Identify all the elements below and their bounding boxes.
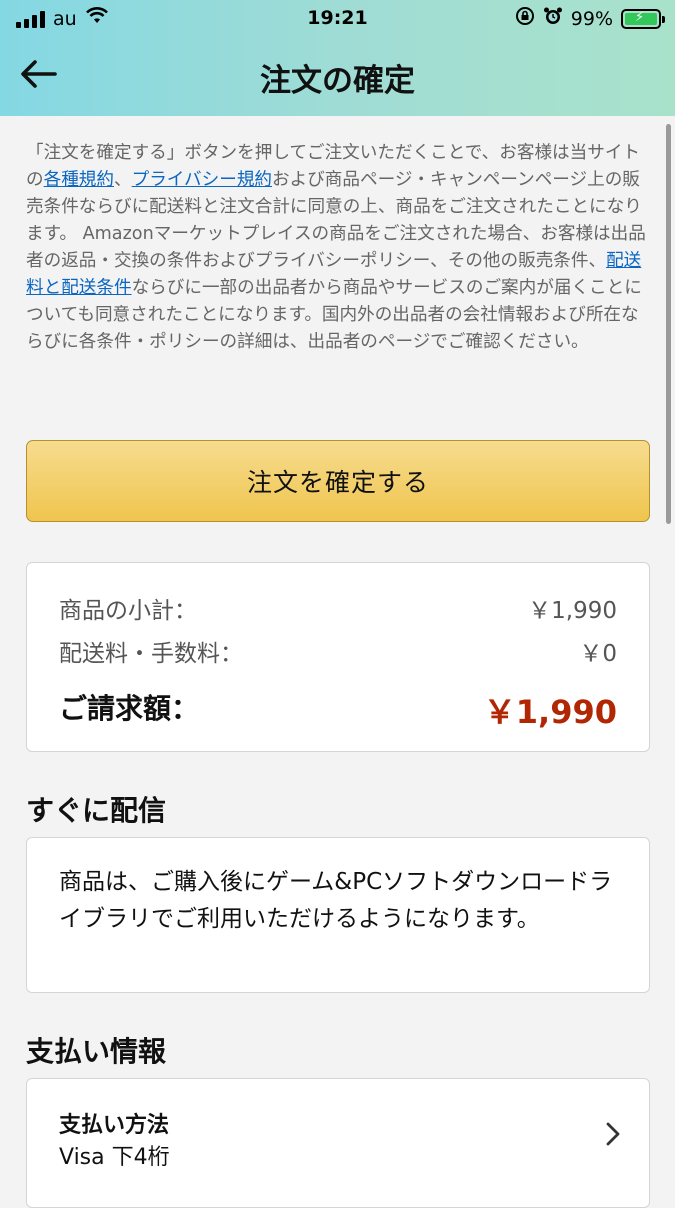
order-total-row: ご請求額： ￥1,990 xyxy=(59,687,617,733)
terms-link[interactable]: 各種規約 xyxy=(44,170,114,190)
payment-method-row[interactable]: 支払い方法 Visa 下4桁 xyxy=(26,1078,650,1208)
shipping-fee-value: ￥0 xyxy=(579,641,617,667)
legal-notice: 「注文を確定する」ボタンを押してご注文いただくことで、お客様は当サイトの各種規約… xyxy=(26,140,646,356)
legal-text-2: 、 xyxy=(114,170,132,190)
scrollbar[interactable] xyxy=(666,124,671,524)
checkout-content: 「注文を確定する」ボタンを押してご注文いただくことで、お客様は当サイトの各種規約… xyxy=(0,116,675,1208)
rotation-lock-icon xyxy=(515,6,535,31)
order-total-label: ご請求額： xyxy=(59,692,200,725)
delivery-card: 商品は、ご購入後にゲーム&PCソフトダウンロードライブラリでご利用いただけるよう… xyxy=(26,837,650,993)
alarm-icon xyxy=(543,6,563,31)
nav-bar: 注文の確定 xyxy=(0,40,675,116)
shipping-fee-label: 配送料・手数料： xyxy=(59,641,243,667)
chevron-right-icon xyxy=(605,1121,621,1151)
payment-section-title: 支払い情報 xyxy=(26,1035,167,1068)
order-summary-card: 商品の小計： ￥1,990 配送料・手数料： ￥0 ご請求額： ￥1,990 xyxy=(26,562,650,752)
payment-card-info: Visa 下4桁 xyxy=(59,1145,170,1170)
battery-percent: 99% xyxy=(570,7,613,30)
delivery-description: 商品は、ご購入後にゲーム&PCソフトダウンロードライブラリでご利用いただけるよう… xyxy=(59,869,613,932)
subtotal-row: 商品の小計： ￥1,990 xyxy=(59,591,617,625)
app-header: au 19:21 99% 注文の確定 xyxy=(0,0,675,116)
status-bar: au 19:21 99% xyxy=(0,0,675,40)
subtotal-value: ￥1,990 xyxy=(528,598,617,624)
order-total-value: ￥1,990 xyxy=(483,693,617,731)
privacy-link[interactable]: プライバシー規約 xyxy=(132,170,272,190)
shipping-fee-row: 配送料・手数料： ￥0 xyxy=(59,634,617,668)
delivery-section-title: すぐに配信 xyxy=(26,794,167,827)
subtotal-label: 商品の小計： xyxy=(59,598,197,624)
page-title: 注文の確定 xyxy=(260,63,415,99)
battery-charging-icon xyxy=(621,8,665,29)
payment-method-label: 支払い方法 xyxy=(59,1113,170,1138)
place-order-button[interactable]: 注文を確定する xyxy=(26,440,650,522)
